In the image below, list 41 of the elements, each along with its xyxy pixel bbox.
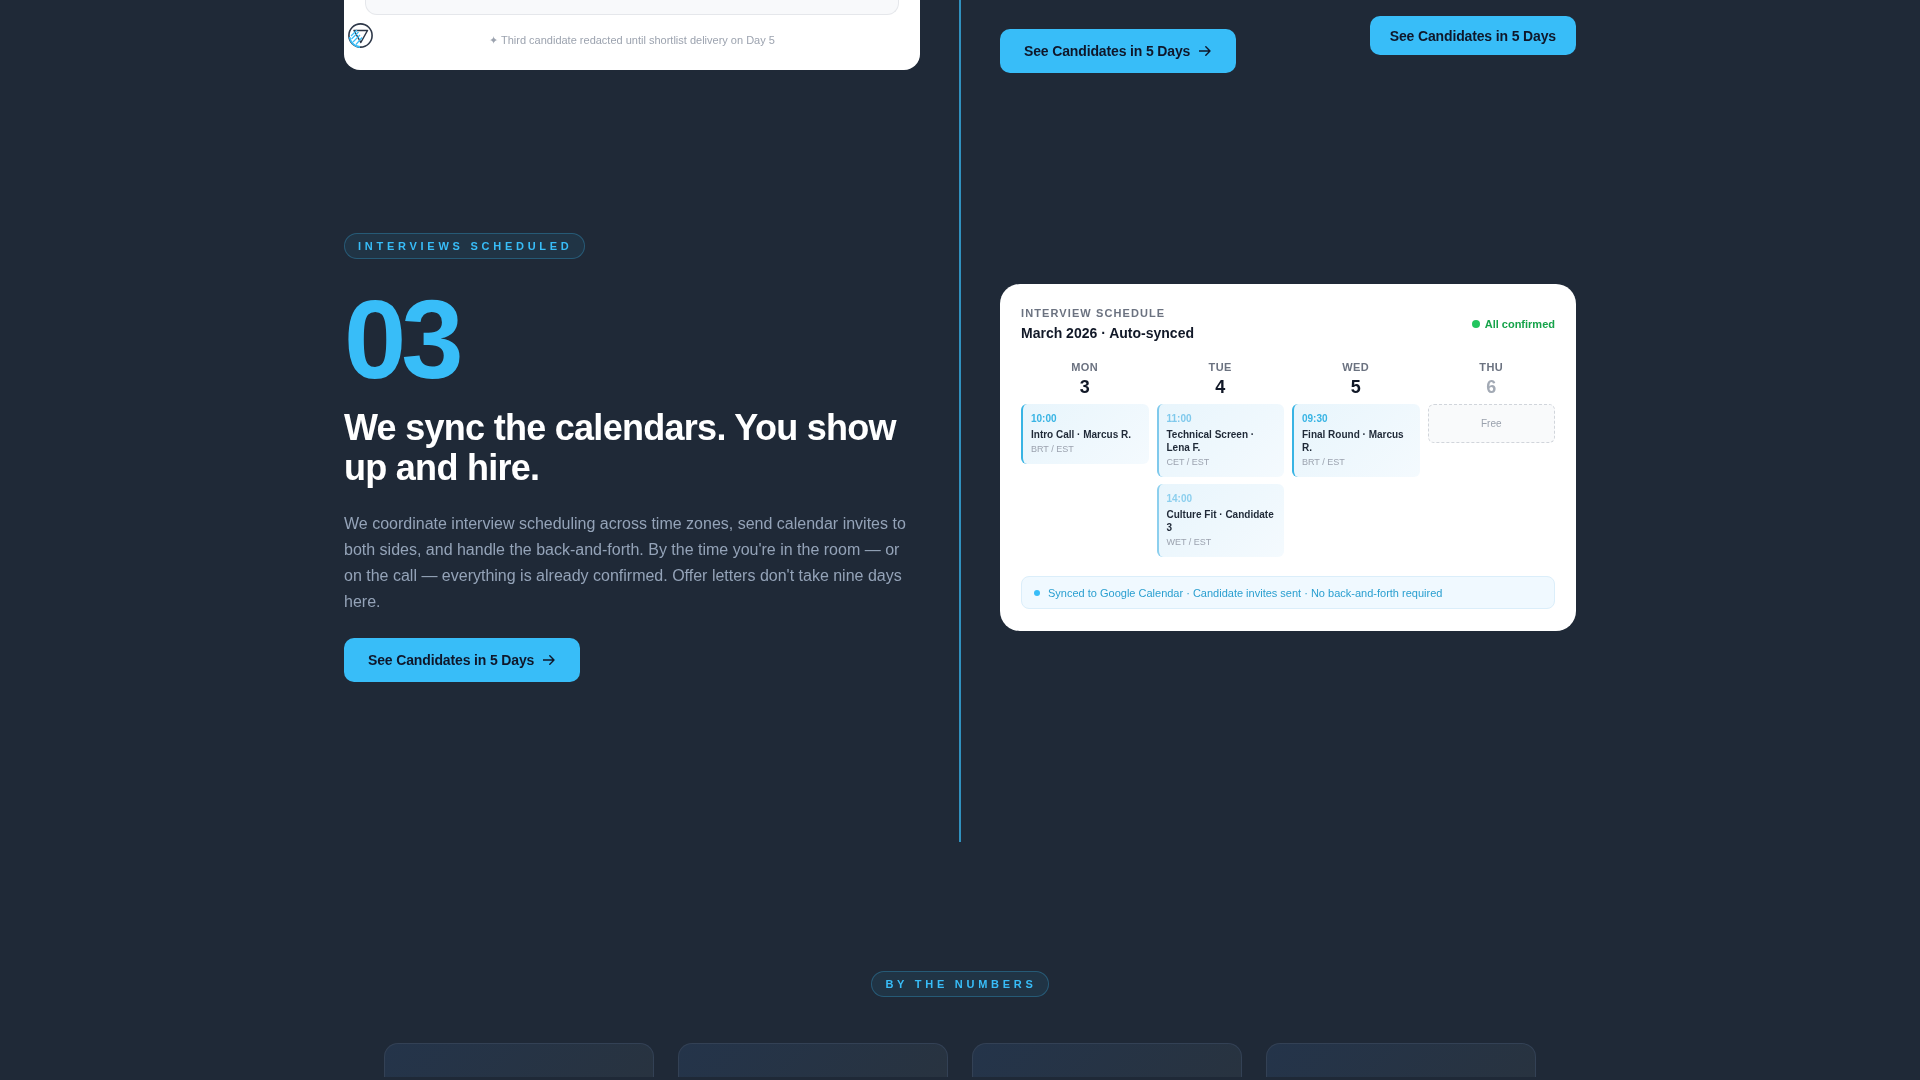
- event-card[interactable]: 14:00 Culture Fit · Candidate 3 WET / EST: [1156, 484, 1284, 557]
- section-heading: We sync the calendars. You show up and hire.: [344, 408, 898, 488]
- event-time: 10:00: [1031, 412, 1058, 425]
- day-name: THU: [1478, 360, 1505, 374]
- event-title: Technical Screen · Lena F.: [1166, 428, 1256, 454]
- dot-icon: [1034, 589, 1040, 596]
- cta-button[interactable]: See Candidates in 5 Days: [1000, 29, 1237, 73]
- day-name: WED: [1341, 360, 1371, 374]
- event-card[interactable]: 09:30 Final Round · Marcus R. BRT / EST: [1292, 404, 1420, 477]
- step-number: 03: [344, 284, 459, 396]
- cta-button[interactable]: See Candidates in 5 Days: [344, 638, 581, 682]
- event-timezones: BRT / EST: [1302, 456, 1346, 468]
- event-card[interactable]: 10:00 Intro Call · Marcus R. BRT / EST: [1021, 404, 1149, 464]
- day-date: 4: [1214, 376, 1227, 398]
- card-title: March 2026 · Auto-synced: [1021, 324, 1194, 342]
- status-label: All confirmed: [1484, 318, 1555, 330]
- day-date: 3: [1078, 376, 1091, 398]
- day-name: TUE: [1207, 360, 1233, 374]
- arrow-icon: [1199, 46, 1212, 56]
- event-title: Culture Fit · Candidate 3: [1166, 508, 1275, 534]
- event-time: 11:00: [1166, 412, 1193, 425]
- event-time: 14:00: [1166, 492, 1194, 505]
- sync-note: Synced to Google Calendar · Candidate invites sent · No back-and-forth required: [1048, 586, 1443, 599]
- event-card[interactable]: 11:00 Technical Screen · Lena F. CET / EST: [1156, 404, 1284, 477]
- section-badge: INTERVIEWS SCHEDULED: [344, 233, 585, 259]
- event-time: 09:30: [1302, 412, 1329, 425]
- card-eyebrow: INTERVIEW SCHEDULE: [1021, 306, 1167, 320]
- cta-button[interactable]: See Candidates in 5 Days: [1369, 16, 1576, 55]
- redaction-note: ✦ Third candidate redacted until shortlist delivery on Day 5: [489, 33, 775, 47]
- event-timezones: WET / EST: [1166, 536, 1213, 548]
- day-date: 5: [1349, 376, 1362, 398]
- arrow-icon: [543, 655, 556, 665]
- section-description: We coordinate interview scheduling across time zones, send calendar invites to both sides, and handle the back-and-forth. By the time you're in the room — or on the call — everything is already confirmed. Offer letters don't take nine days here.: [344, 514, 907, 612]
- section-badge: BY THE NUMBERS: [871, 971, 1049, 997]
- event-timezones: BRT / EST: [1031, 443, 1075, 455]
- status-dot-icon: [1471, 320, 1480, 328]
- day-date: 6: [1485, 376, 1498, 398]
- event-timezones: CET / EST: [1166, 456, 1211, 468]
- day-name: MON: [1070, 360, 1100, 374]
- event-title: Intro Call · Marcus R.: [1031, 428, 1132, 441]
- event-title: Final Round · Marcus R.: [1302, 428, 1405, 454]
